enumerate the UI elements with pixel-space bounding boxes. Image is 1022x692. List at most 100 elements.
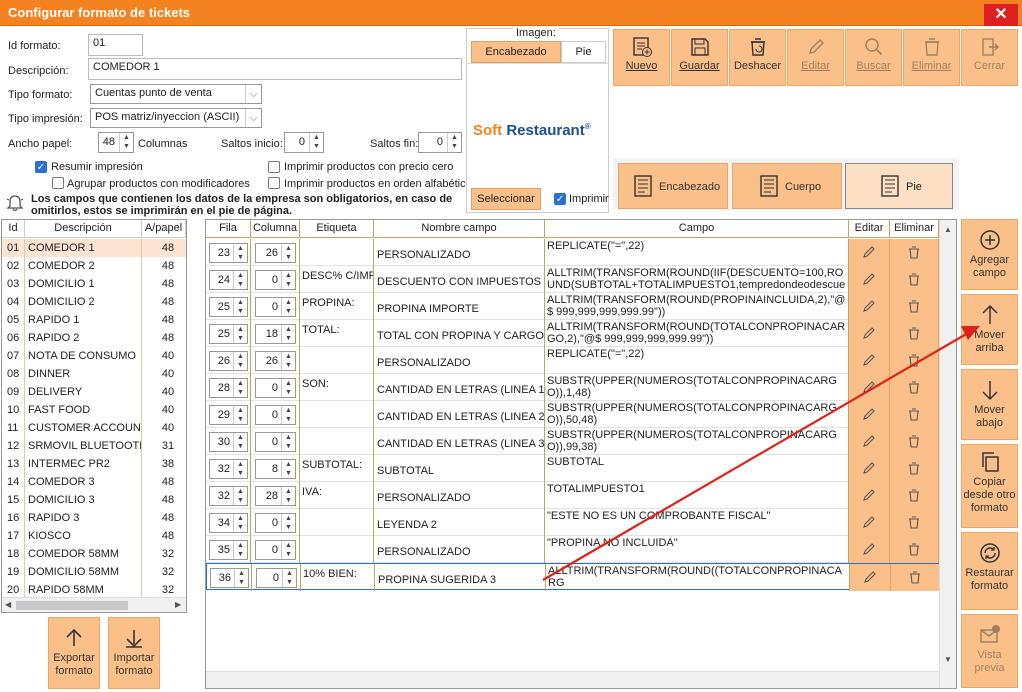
nuevo-button[interactable]: Nuevo [613, 29, 670, 86]
saltos-inicio-spinner[interactable]: 0 ▲ ▼ [284, 132, 324, 153]
trash-icon[interactable] [890, 536, 939, 563]
spinner-arrows-icon[interactable]: ▲ ▼ [281, 271, 295, 289]
columna-spinner[interactable]: 28 ▲ ▼ [255, 486, 296, 506]
eliminar-button[interactable]: Eliminar [903, 29, 960, 86]
table-row[interactable]: 24 ▲ ▼ 0 ▲ ▼ DESC% C/IMP: DESCUENTO CON IMPUEST… [206, 266, 939, 293]
cerrar-button[interactable]: Cerrar [961, 29, 1018, 86]
spinner-arrows-icon[interactable]: ▲ ▼ [233, 244, 247, 262]
table-row[interactable]: 30 ▲ ▼ 0 ▲ ▼ CANTIDAD EN LETRAS (LINEA 3) SUBST… [206, 428, 939, 455]
spinner-arrows-icon[interactable]: ▲ ▼ [233, 379, 247, 397]
list-item[interactable]: 02 COMEDOR 2 48 [2, 257, 186, 275]
columna-spinner[interactable]: 18 ▲ ▼ [255, 324, 296, 344]
pencil-icon[interactable] [849, 482, 890, 509]
pencil-icon[interactable] [849, 401, 890, 428]
spinner-arrows-icon[interactable]: ▲ ▼ [233, 298, 247, 316]
close-button[interactable]: ✕ [984, 4, 1018, 26]
trash-icon[interactable] [891, 564, 940, 591]
spinner-arrows-icon[interactable]: ▲ ▼ [233, 514, 247, 532]
resumir-checkbox[interactable]: ✓ [35, 161, 47, 173]
list-item[interactable]: 03 DOMICILIO 1 48 [2, 275, 186, 293]
imprimir-checkbox[interactable]: ✓ [554, 193, 566, 205]
description-field[interactable]: COMEDOR 1 [88, 58, 462, 80]
spinner-arrows-icon[interactable]: ▲ ▼ [281, 541, 295, 559]
spinner-arrows-icon[interactable]: ▲ ▼ [119, 133, 133, 152]
list-item[interactable]: 11 CUSTOMER ACCOUNT 40 [2, 419, 186, 437]
table-row[interactable]: 34 ▲ ▼ 0 ▲ ▼ LEYENDA 2 "ESTE NO ES UN COMPROBAN… [206, 509, 939, 536]
table-row[interactable]: 36 ▲ ▼ 0 ▲ ▼ 10% BIEN: PROPINA SUGERIDA 3 ALLTRI… [206, 563, 940, 591]
deshacer-button[interactable]: Deshacer [729, 29, 786, 86]
table-row[interactable]: 29 ▲ ▼ 0 ▲ ▼ CANTIDAD EN LETRAS (LINEA 2) SUBST… [206, 401, 939, 428]
spinner-arrows-icon[interactable]: ▲ ▼ [233, 325, 247, 343]
fila-spinner[interactable]: 25 ▲ ▼ [209, 297, 248, 317]
ancho-papel-spinner[interactable]: 48 ▲ ▼ [98, 132, 134, 153]
trash-icon[interactable] [890, 509, 939, 536]
pencil-icon[interactable] [849, 509, 890, 536]
trash-icon[interactable] [890, 455, 939, 482]
spinner-arrows-icon[interactable]: ▲ ▼ [282, 569, 296, 587]
columna-spinner[interactable]: 0 ▲ ▼ [255, 432, 296, 452]
list-item[interactable]: 01 COMEDOR 1 48 [2, 239, 186, 257]
spinner-arrows-icon[interactable]: ▲ ▼ [234, 569, 248, 587]
pencil-icon[interactable] [849, 266, 890, 293]
columna-spinner[interactable]: 26 ▲ ▼ [255, 351, 296, 371]
spinner-arrows-icon[interactable]: ▲ ▼ [233, 487, 247, 505]
tab-pie[interactable]: Pie [845, 163, 953, 209]
list-item[interactable]: 07 NOTA DE CONSUMO 40 [2, 347, 186, 365]
list-item[interactable]: 17 KIOSCO 48 [2, 527, 186, 545]
spinner-arrows-icon[interactable]: ▲ ▼ [281, 325, 295, 343]
exportar-button[interactable]: Exportar formato [48, 617, 100, 689]
list-item[interactable]: 19 DOMICILIO 58MM 32 [2, 563, 186, 581]
table-row[interactable]: 23 ▲ ▼ 26 ▲ ▼ PERSONALIZADO REPLICATE("=",22) [206, 239, 939, 266]
copiar-formato-button[interactable]: Copiar desde otro formato [961, 444, 1018, 528]
seleccionar-button[interactable]: Seleccionar [471, 188, 541, 210]
spinner-arrows-icon[interactable]: ▲ ▼ [281, 298, 295, 316]
trash-icon[interactable] [890, 428, 939, 455]
trash-icon[interactable] [890, 347, 939, 374]
mover-abajo-button[interactable]: Mover abajo [961, 369, 1018, 440]
grid-vertical-scrollbar[interactable]: ▲ ▼ [939, 220, 956, 688]
columna-spinner[interactable]: 0 ▲ ▼ [255, 405, 296, 425]
spinner-arrows-icon[interactable]: ▲ ▼ [233, 460, 247, 478]
scroll-thumb[interactable] [16, 601, 128, 610]
tab-cuerpo[interactable]: Cuerpo [732, 163, 842, 209]
trash-icon[interactable] [890, 374, 939, 401]
fila-spinner[interactable]: 28 ▲ ▼ [209, 378, 248, 398]
scroll-up-icon[interactable]: ▲ [940, 222, 956, 238]
spinner-arrows-icon[interactable]: ▲ ▼ [281, 460, 295, 478]
table-row[interactable]: 32 ▲ ▼ 28 ▲ ▼ IVA: PERSONALIZADO TOTALIMPUESTO1 [206, 482, 939, 509]
list-item[interactable]: 08 DINNER 40 [2, 365, 186, 383]
table-row[interactable]: 28 ▲ ▼ 0 ▲ ▼ SON: CANTIDAD EN LETRAS (LINEA 1) S… [206, 374, 939, 401]
spinner-arrows-icon[interactable]: ▲ ▼ [281, 514, 295, 532]
list-item[interactable]: 05 RAPIDO 1 48 [2, 311, 186, 329]
spinner-arrows-icon[interactable]: ▲ ▼ [447, 133, 461, 152]
table-row[interactable]: 25 ▲ ▼ 18 ▲ ▼ TOTAL: TOTAL CON PROPINA Y CARGO A… [206, 320, 939, 347]
pencil-icon[interactable] [849, 320, 890, 347]
columna-spinner[interactable]: 0 ▲ ▼ [255, 378, 296, 398]
tab-encabezado[interactable]: Encabezado [618, 163, 728, 209]
spinner-arrows-icon[interactable]: ▲ ▼ [281, 352, 295, 370]
list-item[interactable]: 10 FAST FOOD 40 [2, 401, 186, 419]
fila-spinner[interactable]: 30 ▲ ▼ [209, 432, 248, 452]
grid-horizontal-scrollbar[interactable] [206, 671, 939, 688]
trash-icon[interactable] [890, 401, 939, 428]
agregar-campo-button[interactable]: Agregar campo [961, 219, 1018, 290]
fila-spinner[interactable]: 35 ▲ ▼ [209, 540, 248, 560]
table-row[interactable]: 25 ▲ ▼ 0 ▲ ▼ PROPINA: PROPINA IMPORTE ALLTRIM(TR… [206, 293, 939, 320]
list-item[interactable]: 16 RAPIDO 3 48 [2, 509, 186, 527]
list-item[interactable]: 04 DOMICILIO 2 48 [2, 293, 186, 311]
columna-spinner[interactable]: 0 ▲ ▼ [256, 568, 297, 588]
list-item[interactable]: 15 DOMICILIO 3 48 [2, 491, 186, 509]
trash-icon[interactable] [890, 266, 939, 293]
trash-icon[interactable] [890, 293, 939, 320]
importar-button[interactable]: Importar formato [108, 617, 160, 689]
fila-spinner[interactable]: 32 ▲ ▼ [209, 459, 248, 479]
trash-icon[interactable] [890, 482, 939, 509]
fila-spinner[interactable]: 36 ▲ ▼ [210, 568, 249, 588]
spinner-arrows-icon[interactable]: ▲ ▼ [309, 133, 323, 152]
trash-icon[interactable] [890, 239, 939, 266]
agrupar-checkbox[interactable] [52, 177, 64, 189]
fila-spinner[interactable]: 26 ▲ ▼ [209, 351, 248, 371]
columna-spinner[interactable]: 0 ▲ ▼ [255, 297, 296, 317]
scroll-right-icon[interactable]: ▶ [175, 600, 181, 609]
tipo-impresion-select[interactable]: POS matriz/inyeccion (ASCII) ⌵ [90, 108, 262, 128]
